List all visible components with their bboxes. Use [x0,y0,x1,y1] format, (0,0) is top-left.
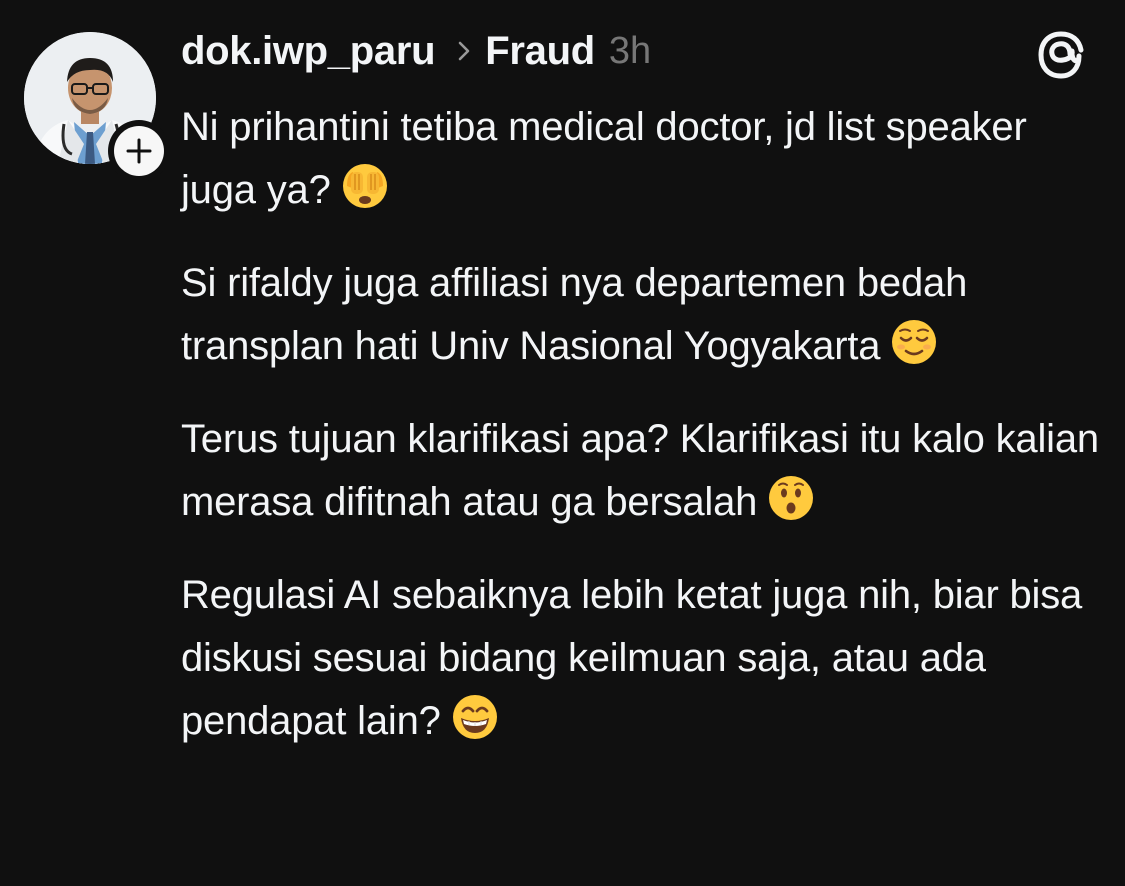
post-paragraph-text: Regulasi AI sebaiknya lebih ketat juga n… [181,573,1083,743]
post-paragraph-text: Terus tujuan klarifikasi apa? Klarifikas… [181,417,1099,524]
follow-button-inner [114,126,164,176]
chevron-right-icon [457,40,471,62]
thread-post: dok.iwp_paru Fraud 3h Ni prihantini teti… [0,0,1125,886]
post-paragraph-3: Terus tujuan klarifikasi apa? Klarifikas… [181,408,1101,534]
post-paragraph-4: Regulasi AI sebaiknya lebih ketat juga n… [181,564,1101,753]
avatar-container [24,32,170,182]
threads-logo-icon[interactable] [1034,28,1088,82]
post-paragraph-text: Ni prihantini tetiba medical doctor, jd … [181,105,1027,212]
hushed-face-emoji-icon [769,476,814,520]
post-paragraph-text: Si rifaldy juga affiliasi nya departemen… [181,261,968,368]
plus-icon [126,138,152,164]
username-link[interactable]: dok.iwp_paru [181,29,436,74]
post-header: dok.iwp_paru Fraud 3h [181,26,651,76]
post-timestamp: 3h [608,29,652,72]
post-body: Ni prihantini tetiba medical doctor, jd … [181,96,1101,783]
post-paragraph-2: Si rifaldy juga affiliasi nya departemen… [181,252,1101,378]
follow-button[interactable] [108,120,170,182]
topic-link[interactable]: Fraud [485,29,595,74]
relieved-face-emoji-icon [892,320,937,364]
face-with-hand-over-eyes-emoji-icon [342,164,387,208]
post-paragraph-1: Ni prihantini tetiba medical doctor, jd … [181,96,1101,222]
grinning-face-emoji-icon [452,695,497,739]
